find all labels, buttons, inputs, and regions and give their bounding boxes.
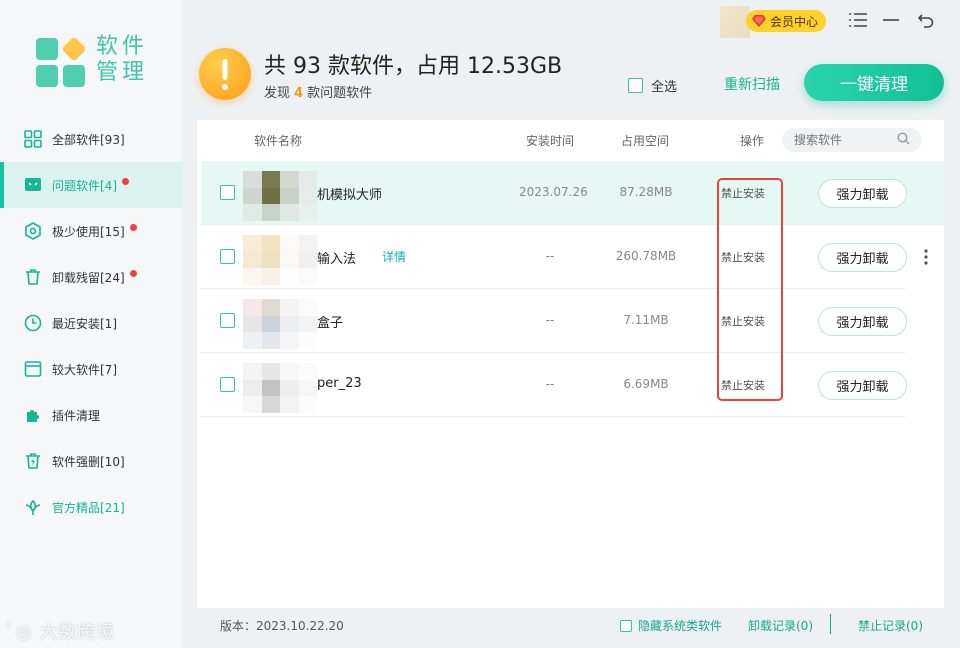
more-options-icon[interactable] — [924, 249, 928, 269]
menu-icon[interactable] — [848, 10, 868, 30]
sidebar-item-label: 插件清理 — [52, 408, 101, 423]
problem-summary: 发现 4 款问题软件 — [264, 86, 373, 101]
monitor-icon — [24, 176, 42, 194]
version-label: 版本：2023.10.22.20 — [220, 619, 344, 633]
install-date: 2023.07.26 — [519, 185, 588, 199]
sidebar-item-label: 全部软件[93] — [52, 132, 125, 147]
column-header-name: 软件名称 — [254, 134, 303, 148]
table-row[interactable]: 机模拟大师 2023.07.26 87.28MB 禁止安装 强力卸载 — [201, 161, 944, 225]
watermark-logo: ﾟ◎ 大数跨境 — [6, 622, 116, 643]
sidebar-item-plugins[interactable]: 插件清理 — [0, 392, 182, 438]
sidebar-item-recent[interactable]: 最近安装[1] — [0, 300, 182, 346]
hide-system-software-checkbox[interactable]: 隐藏系统类软件 — [620, 617, 722, 634]
page-title: 共 93 款软件，占用 12.53GB — [264, 54, 563, 79]
one-click-clean-button[interactable]: 一键清理 — [804, 64, 944, 101]
sidebar-item-label: 问题软件[4] — [52, 178, 117, 193]
software-table: 软件名称 安装时间 占用空间 操作 机模拟大师 2023.07.26 87.28… — [197, 120, 944, 608]
row-checkbox[interactable] — [220, 313, 235, 328]
sidebar-nav: 全部软件[93] 问题软件[4] 极少使用[15] 卸载残留[24] 最近安装[… — [0, 116, 182, 530]
checkbox[interactable] — [620, 619, 632, 632]
install-date: -- — [545, 313, 555, 327]
software-name: 盒子 — [317, 316, 344, 331]
sidebar-item-label: 极少使用[15] — [52, 224, 125, 239]
table-row[interactable]: 盒子 -- 7.11MB 禁止安装 强力卸载 — [201, 289, 907, 353]
window-icon — [24, 360, 42, 378]
force-uninstall-button[interactable]: 强力卸载 — [818, 371, 907, 400]
trash-lightning-icon — [24, 452, 42, 470]
software-name: 机模拟大师 — [317, 188, 383, 203]
force-uninstall-button[interactable]: 强力卸载 — [818, 179, 907, 208]
app-title: 软件 管理 — [96, 34, 149, 85]
sidebar-item-large[interactable]: 较大软件[7] — [0, 346, 182, 392]
sidebar-item-all[interactable]: 全部软件[93] — [0, 116, 182, 162]
app-icon — [243, 363, 317, 413]
sidebar-item-label: 官方精品[21] — [52, 500, 125, 515]
sidebar-item-official[interactable]: 官方精品[21] — [0, 484, 182, 530]
sidebar-item-problem[interactable]: 问题软件[4] — [0, 162, 182, 208]
software-name: 输入法 — [317, 252, 357, 267]
software-size: 87.28MB — [619, 185, 673, 199]
divider — [830, 614, 831, 634]
software-size: 6.69MB — [623, 377, 669, 391]
row-checkbox[interactable] — [220, 249, 235, 264]
force-uninstall-button[interactable]: 强力卸载 — [818, 243, 907, 272]
minimize-icon[interactable] — [881, 10, 901, 30]
sidebar-item-label: 较大软件[7] — [52, 362, 117, 377]
install-date: -- — [545, 249, 555, 263]
forbid-log-link[interactable]: 禁止记录(0) — [858, 617, 923, 634]
force-uninstall-button[interactable]: 强力卸载 — [818, 307, 907, 336]
highlight-annotation-box — [717, 178, 783, 401]
column-header-install-time: 安装时间 — [526, 134, 575, 148]
software-name: per_23 — [317, 376, 362, 391]
notification-dot — [129, 223, 137, 231]
app-icon — [243, 171, 317, 221]
software-size: 260.78MB — [615, 249, 677, 263]
hexagon-icon — [24, 222, 42, 240]
diamond-icon — [752, 15, 766, 27]
sidebar-item-label: 最近安装[1] — [52, 316, 117, 331]
rescan-link[interactable]: 重新扫描 — [724, 74, 780, 94]
vip-center-button[interactable]: 会员中心 — [746, 10, 827, 32]
row-checkbox[interactable] — [220, 185, 235, 200]
warning-icon — [199, 48, 251, 100]
sidebar-item-rarely-used[interactable]: 极少使用[15] — [0, 208, 182, 254]
sidebar-item-residue[interactable]: 卸载残留[24] — [0, 254, 182, 300]
clock-icon — [24, 314, 42, 332]
trash-icon — [24, 268, 42, 286]
uninstall-log-link[interactable]: 卸载记录(0) — [748, 617, 813, 634]
app-logo — [34, 36, 90, 92]
column-header-size: 占用空间 — [621, 134, 670, 148]
back-icon[interactable] — [916, 10, 936, 30]
table-row[interactable]: 输入法 详情 -- 260.78MB 禁止安装 强力卸载 — [201, 225, 907, 289]
grid-icon — [24, 130, 42, 148]
puzzle-icon — [24, 406, 42, 424]
notification-dot — [129, 269, 137, 277]
lotus-icon — [24, 498, 42, 516]
checkbox[interactable] — [628, 78, 643, 93]
sidebar-item-label: 软件强删[10] — [52, 454, 125, 469]
select-all-checkbox[interactable]: 全选 — [628, 76, 677, 95]
sidebar: 软件 管理 全部软件[93] 问题软件[4] 极少使用[15] 卸载残留[24]… — [0, 0, 182, 648]
column-header-action: 操作 — [740, 134, 765, 148]
install-date: -- — [545, 377, 555, 391]
table-row[interactable]: per_23 -- 6.69MB 禁止安装 强力卸载 — [201, 353, 907, 417]
notification-dot — [122, 177, 129, 185]
app-icon — [243, 299, 317, 349]
software-size: 7.11MB — [623, 313, 669, 327]
problem-count: 4 — [294, 86, 304, 101]
app-icon — [243, 235, 317, 285]
sidebar-item-force-delete[interactable]: 软件强删[10] — [0, 438, 182, 484]
table-header: 软件名称 安装时间 占用空间 操作 — [197, 120, 944, 160]
watermark-icon: ﾟ◎ — [6, 622, 40, 643]
search-icon[interactable] — [897, 132, 910, 148]
sidebar-item-label: 卸载残留[24] — [52, 270, 125, 285]
row-checkbox[interactable] — [220, 377, 235, 392]
details-link[interactable]: 详情 — [382, 248, 406, 265]
